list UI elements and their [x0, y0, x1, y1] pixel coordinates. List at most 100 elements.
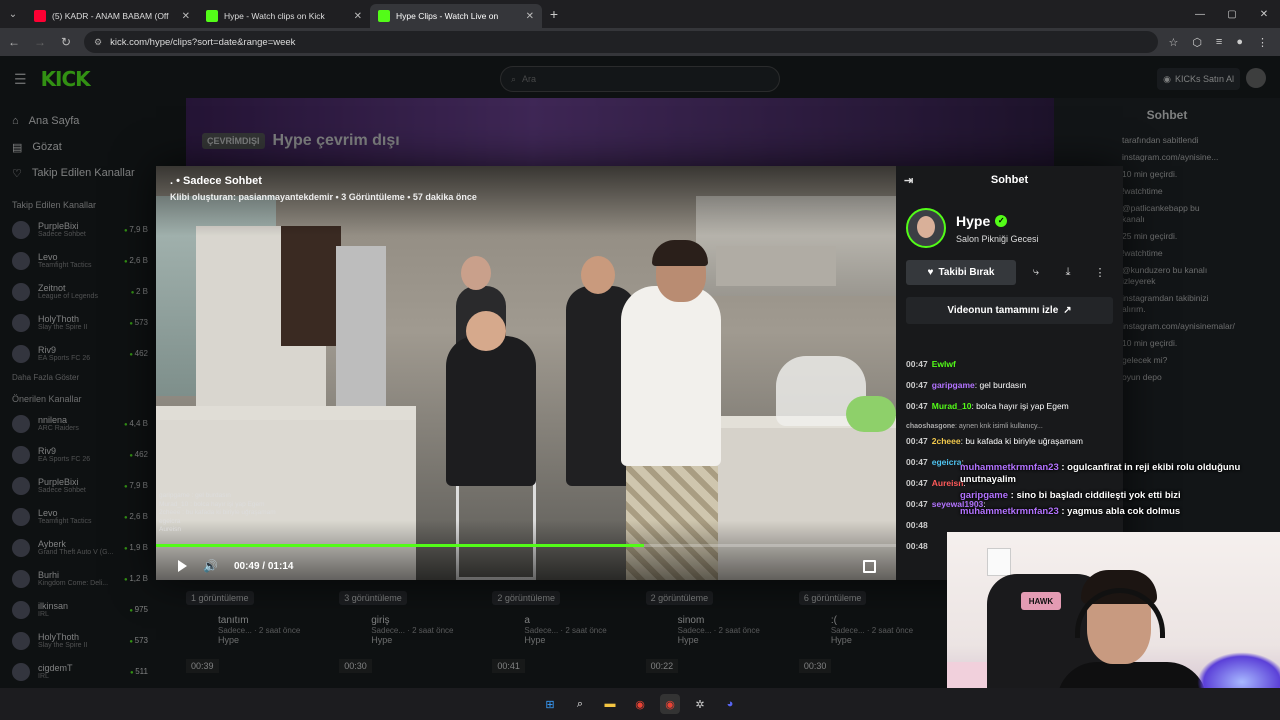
clip-subtitle: Sadece... · 2 saat önce — [371, 626, 454, 635]
profile-icon[interactable]: ● — [1236, 36, 1243, 49]
nav-following[interactable]: ♡ Takip Edilen Kanallar — [12, 160, 148, 186]
play-icon[interactable] — [178, 560, 187, 572]
new-tab-button[interactable]: + — [542, 2, 566, 26]
channel-name[interactable]: Hype — [956, 213, 990, 229]
video-scene — [281, 226, 341, 346]
clip-author: Hype — [524, 635, 546, 645]
url-field[interactable]: ⚙ kick.com/hype/clips?sort=date&range=we… — [84, 31, 1159, 53]
kick-top-nav: ☰ KICK ⌕ Ara ◉ KICKs Satın Al — [0, 56, 1280, 102]
file-explorer-icon[interactable]: ▬ — [600, 694, 620, 714]
forward-icon[interactable]: → — [32, 35, 48, 49]
site-info-icon[interactable]: ⚙ — [94, 37, 102, 48]
chat-username[interactable]: egeicra — [932, 457, 962, 467]
nav-browse[interactable]: ▤ Gözat — [12, 134, 148, 160]
sidebar-channel[interactable]: PurpleBixiSadece Sohbet 7,9 B — [0, 214, 160, 245]
sidebar-channel[interactable]: AyberkGrand Theft Auto V (G... 1,9 B — [0, 532, 160, 563]
download-icon[interactable]: ⤓ — [1056, 261, 1080, 285]
sidebar-channel[interactable]: LevoTeamfight Tactics 2,6 B — [0, 245, 160, 276]
clip-card[interactable]: 1 görüntüleme tanıtım Sadece... · 2 saat ö… — [186, 584, 333, 688]
chat-username[interactable]: Ewlwf — [932, 359, 956, 369]
volume-icon[interactable]: 🔊 — [203, 559, 218, 573]
clip-subtitle: Sadece... · 2 saat önce — [830, 626, 914, 635]
chat-username[interactable]: garipgame — [932, 380, 975, 390]
sidebar-channel[interactable]: PurpleBixiSadece Sohbet 7,9 B — [0, 470, 160, 501]
buy-kicks-button[interactable]: ◉ KICKs Satın Al — [1157, 68, 1240, 90]
fullscreen-icon[interactable] — [863, 560, 876, 573]
browser-tab-kick-clips[interactable]: Hype - Watch clips on Kick ✕ — [198, 4, 370, 28]
unfollow-button[interactable]: ♥ Takibi Bırak — [906, 260, 1016, 285]
clip-author: Hype — [218, 635, 240, 645]
minimize-icon[interactable]: — — [1184, 0, 1216, 28]
screen: ⌄ (5) KADR - ANAM BABAM (Off ✕ Hype - Wa… — [0, 0, 1280, 720]
close-tab-icon[interactable]: ✕ — [526, 11, 534, 22]
windows-start-icon[interactable]: ⊞ — [540, 694, 560, 714]
search-input[interactable]: ⌕ Ara — [500, 66, 780, 92]
browser-tab-youtube[interactable]: (5) KADR - ANAM BABAM (Off ✕ — [26, 4, 198, 28]
clip-video-player[interactable]: . • Sadece Sohbet Klibi oluşturan: pasia… — [156, 166, 896, 580]
clip-card[interactable]: 3 görüntüleme giriş Sadece... · 2 saat önc… — [339, 584, 486, 688]
clip-card[interactable]: 2 görüntüleme sinom Sadece... · 2 saat önc… — [645, 584, 793, 688]
sidebar-channel[interactable]: BurhiKingdom Come: Deli... 1,2 B — [0, 563, 160, 594]
search-icon[interactable]: ⌕ — [570, 694, 590, 714]
browser-menu-icon[interactable]: ⋮ — [1257, 36, 1268, 49]
channel-category[interactable]: Salon Pikniği Gecesi — [956, 234, 1039, 244]
tab-search-icon[interactable]: ⌄ — [0, 0, 26, 28]
channel-text: Riv9 EA Sports FC 26 — [38, 446, 90, 463]
chat-message: 00:47 2cheee: bu kafada ki biriyle uğraşa… — [906, 435, 1116, 447]
sidebar-channel[interactable]: ZeitnotLeague of Legends 2 B — [0, 276, 160, 307]
bookmark-star-icon[interactable]: ☆ — [1168, 36, 1178, 49]
sidebar-channel[interactable]: Riv9EA Sports FC 26 462 — [0, 439, 160, 470]
app-icon[interactable]: ✲ — [690, 694, 710, 714]
sidebar-channel[interactable]: Riv9EA Sports FC 26 462 — [0, 338, 160, 369]
show-more-link[interactable]: Daha Fazla Göster — [0, 369, 160, 386]
back-icon[interactable]: ← — [6, 35, 22, 49]
discord-icon[interactable]: ◕ — [720, 694, 740, 714]
user-avatar[interactable] — [1246, 68, 1266, 88]
reading-list-icon[interactable]: ≡ — [1216, 36, 1222, 49]
channel-game: Teamfight Tactics — [38, 262, 92, 269]
sidebar-channel[interactable]: ilkinsanIRL 975 — [0, 594, 160, 625]
channel-game: IRL — [38, 673, 49, 680]
clip-title: giriş — [371, 615, 390, 626]
more-options-icon[interactable]: ⋮ — [1088, 261, 1112, 285]
sidebar-channel[interactable]: nnilenaARC Raiders 4,4 B — [0, 408, 160, 439]
youtube-favicon-icon — [34, 10, 46, 22]
clip-card[interactable]: 6 görüntüleme:(Sadece... · 2 saat önce Hy… — [798, 584, 946, 688]
watch-full-video-button[interactable]: Videonun tamamını izle ↗ — [906, 297, 1113, 324]
channel-text: ilkinsan IRL — [38, 601, 68, 618]
browser-tab-active[interactable]: Hype Clips - Watch Live on ✕ — [370, 4, 542, 28]
chat-text: : bolca hayır işi yap Egem — [971, 401, 1069, 411]
clip-card[interactable]: 2 görüntüleme a Sadece... · 2 saat önce Hyp… — [492, 584, 639, 688]
kick-logo[interactable]: KICK — [41, 67, 91, 91]
chat-username[interactable]: Aureisn — [932, 478, 964, 488]
channel-name: Riv9 — [38, 345, 57, 355]
close-tab-icon[interactable]: ✕ — [182, 11, 190, 22]
sidebar-channel[interactable]: cigdemTIRL 511 — [0, 656, 160, 687]
viewer-count: 1,9 B — [124, 543, 148, 552]
menu-icon[interactable]: ☰ — [14, 71, 27, 88]
chat-text: : bu kafada ki biriyle uğraşamam — [960, 436, 1083, 446]
external-link-icon: ↗ — [1063, 305, 1072, 316]
chat-timestamp: 00:47 — [906, 401, 928, 411]
video-progress-bar[interactable] — [156, 544, 896, 547]
collapse-chat-icon[interactable]: ⇥ — [904, 174, 913, 187]
reload-icon[interactable]: ↻ — [58, 35, 74, 49]
share-icon[interactable]: ⤷ — [1024, 261, 1048, 285]
sidebar-channel[interactable]: HolyThothSlay the Spire II 573 — [0, 625, 160, 656]
maximize-icon[interactable]: ▢ — [1216, 0, 1248, 28]
chat-username[interactable]: 2cheee — [932, 436, 961, 446]
viewer-count: 2 B — [131, 287, 148, 296]
chrome-icon[interactable]: ◉ — [630, 694, 650, 714]
clip-views: 3 görüntüleme — [339, 591, 407, 605]
extensions-icon[interactable]: ⬡ — [1192, 36, 1202, 49]
sidebar-channel[interactable]: LevoTeamfight Tactics 2,6 B — [0, 501, 160, 532]
chat-username[interactable]: chaoshasgone — [906, 423, 955, 430]
chrome-active-icon[interactable]: ◉ — [660, 694, 680, 714]
close-tab-icon[interactable]: ✕ — [354, 11, 362, 22]
chat-username[interactable]: Murad_10 — [932, 401, 972, 411]
close-window-icon[interactable]: ✕ — [1248, 0, 1280, 28]
video-chat-line: 2cheee : bu kafada ki biriyle uğraşamam — [159, 509, 276, 516]
channel-avatar[interactable] — [906, 208, 946, 248]
nav-home[interactable]: ⌂ Ana Sayfa — [12, 108, 148, 134]
sidebar-channel[interactable]: HolyThothSlay the Spire II 573 — [0, 307, 160, 338]
